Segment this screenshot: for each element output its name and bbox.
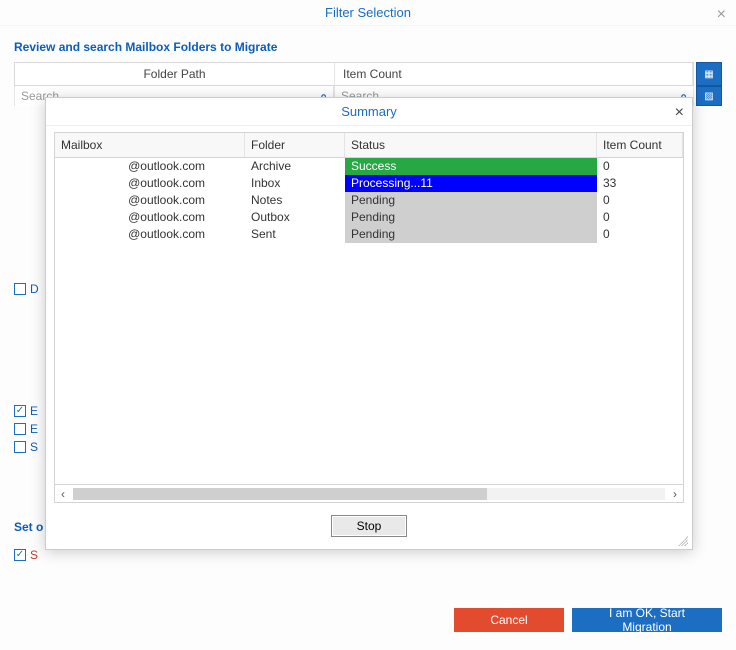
column-header-row: Folder Path Item Count ▦ bbox=[14, 62, 722, 86]
table-row[interactable]: @outlook.comSentPending0 bbox=[55, 226, 683, 243]
deselect-all-button[interactable]: ▨ bbox=[696, 86, 722, 106]
table-row[interactable]: @outlook.comOutboxPending0 bbox=[55, 209, 683, 226]
close-icon[interactable]: × bbox=[675, 104, 684, 122]
cell-count: 0 bbox=[597, 192, 683, 209]
outer-titlebar: Filter Selection × bbox=[0, 0, 736, 26]
cell-folder: Sent bbox=[245, 226, 345, 243]
cell-status: Success bbox=[345, 158, 597, 175]
scroll-right-icon[interactable]: › bbox=[667, 487, 683, 501]
select-all-button[interactable]: ▦ bbox=[696, 62, 722, 86]
cancel-button[interactable]: Cancel bbox=[454, 608, 564, 632]
option-e1-label: E bbox=[30, 404, 38, 418]
set-section-heading: Set o bbox=[14, 520, 43, 534]
cell-status: Processing...11 bbox=[345, 175, 597, 192]
checkbox-e1-checked[interactable]: ✓ bbox=[14, 405, 26, 417]
stop-button[interactable]: Stop bbox=[331, 515, 407, 537]
cell-folder: Inbox bbox=[245, 175, 345, 192]
table-row[interactable]: @outlook.comInboxProcessing...1133 bbox=[55, 175, 683, 192]
cell-mailbox: @outlook.com bbox=[55, 209, 245, 226]
dialog-footer: Stop bbox=[46, 503, 692, 549]
scroll-track[interactable] bbox=[73, 488, 665, 500]
checkbox-s-unchecked[interactable] bbox=[14, 441, 26, 453]
resize-grip-icon[interactable] bbox=[678, 536, 688, 546]
col-header-status[interactable]: Status bbox=[345, 133, 597, 157]
scroll-thumb[interactable] bbox=[73, 488, 487, 500]
cell-folder: Archive bbox=[245, 158, 345, 175]
checkbox-set-s-checked[interactable]: ✓ bbox=[14, 549, 26, 561]
grid-header-row: Mailbox Folder Status Item Count bbox=[55, 133, 683, 158]
close-icon[interactable]: × bbox=[717, 6, 726, 24]
start-migration-button[interactable]: I am OK, Start Migration bbox=[572, 608, 722, 632]
checkbox-d-unchecked[interactable] bbox=[14, 283, 26, 295]
scroll-left-icon[interactable]: ‹ bbox=[55, 487, 71, 501]
cell-count: 0 bbox=[597, 158, 683, 175]
cell-count: 33 bbox=[597, 175, 683, 192]
cell-folder: Notes bbox=[245, 192, 345, 209]
table-row[interactable]: @outlook.comNotesPending0 bbox=[55, 192, 683, 209]
set-s-label: S bbox=[30, 548, 38, 562]
dialog-title: Summary bbox=[341, 104, 397, 119]
col-header-count[interactable]: Item Count bbox=[597, 133, 683, 157]
col-header-item-count[interactable]: Item Count bbox=[335, 63, 693, 85]
cell-count: 0 bbox=[597, 226, 683, 243]
option-group-top: D bbox=[14, 282, 39, 296]
dialog-titlebar: Summary × bbox=[46, 98, 692, 126]
cell-mailbox: @outlook.com bbox=[55, 192, 245, 209]
outer-title: Filter Selection bbox=[325, 5, 411, 20]
footer-buttons: Cancel I am OK, Start Migration bbox=[454, 608, 722, 632]
cell-mailbox: @outlook.com bbox=[55, 175, 245, 192]
cell-status: Pending bbox=[345, 192, 597, 209]
checkbox-clear-icon: ▨ bbox=[704, 91, 713, 102]
col-header-folder-path[interactable]: Folder Path bbox=[15, 63, 335, 85]
col-header-mailbox[interactable]: Mailbox bbox=[55, 133, 245, 157]
option-s-label: S bbox=[30, 440, 38, 454]
option-d-label: D bbox=[30, 282, 39, 296]
cell-folder: Outbox bbox=[245, 209, 345, 226]
grid-body: @outlook.comArchiveSuccess0@outlook.comI… bbox=[55, 158, 683, 484]
col-header-folder[interactable]: Folder bbox=[245, 133, 345, 157]
table-row[interactable]: @outlook.comArchiveSuccess0 bbox=[55, 158, 683, 175]
checkbox-e2-unchecked[interactable] bbox=[14, 423, 26, 435]
section-heading: Review and search Mailbox Folders to Mig… bbox=[0, 26, 736, 62]
set-option-row: ✓ S bbox=[14, 548, 38, 562]
summary-grid: Mailbox Folder Status Item Count @outloo… bbox=[54, 132, 684, 485]
cell-mailbox: @outlook.com bbox=[55, 158, 245, 175]
summary-dialog: Summary × Mailbox Folder Status Item Cou… bbox=[45, 97, 693, 550]
checkbox-grid-icon: ▦ bbox=[704, 69, 713, 80]
option-group-mid: ✓ E E S bbox=[14, 404, 38, 454]
cell-status: Pending bbox=[345, 226, 597, 243]
option-e2-label: E bbox=[30, 422, 38, 436]
cell-mailbox: @outlook.com bbox=[55, 226, 245, 243]
horizontal-scrollbar[interactable]: ‹ › bbox=[54, 485, 684, 503]
cell-count: 0 bbox=[597, 209, 683, 226]
cell-status: Pending bbox=[345, 209, 597, 226]
